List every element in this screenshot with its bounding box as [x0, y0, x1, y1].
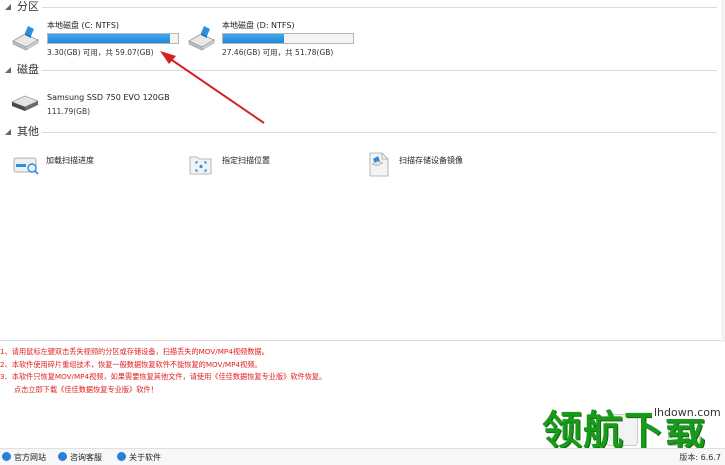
drive-space-text: 3.30(GB) 可用，共 59.07(GB)	[47, 48, 154, 57]
support-link[interactable]: 咨询客服	[58, 452, 102, 463]
collapse-triangle-icon[interactable]	[5, 67, 11, 73]
section-title-disks: 磁盘	[17, 63, 39, 76]
tool-label: 加载扫描进度	[46, 156, 94, 165]
collapse-triangle-icon[interactable]	[5, 4, 11, 10]
load-scan-progress-button[interactable]: 加载扫描进度	[8, 148, 158, 180]
specify-scan-location-button[interactable]: 指定扫描位置	[185, 148, 335, 180]
watermark-url: lhdown.com	[652, 406, 723, 419]
status-bar: 官方网站 咨询客服 关于软件 版本: 6.6.7	[0, 448, 725, 465]
version-label: 版本: 6.6.7	[679, 453, 721, 462]
support-label: 咨询客服	[70, 453, 102, 462]
drive-usage-bar	[47, 33, 179, 44]
device-image-icon	[369, 152, 389, 177]
drive-name: 本地磁盘 (C: NTFS)	[47, 21, 120, 30]
drive-name: 本地磁盘 (D: NTFS)	[222, 21, 295, 30]
drive-usage-fill	[48, 34, 171, 43]
drive-usage-bar	[222, 33, 354, 44]
official-site-link[interactable]: 官方网站	[2, 452, 46, 463]
tool-label: 指定扫描位置	[222, 156, 270, 165]
section-title-other: 其他	[17, 125, 39, 138]
section-divider	[42, 7, 717, 8]
drive-list-panel: 分区 本地磁盘 (C: NTFS) 3.30(GB) 可用，共 59.07(GB…	[0, 0, 722, 341]
section-divider	[42, 70, 717, 71]
section-divider	[42, 132, 717, 133]
physical-disk-icon	[10, 95, 40, 111]
tool-label: 扫描存储设备镜像	[399, 156, 463, 165]
instruction-line: 3、本软件只恢复MOV/MP4视频，如果需要恢复其他文件，请使用《佳佳数据恢复专…	[0, 372, 327, 381]
instructions-panel: 1、请用鼠标左键双击丢失视频的分区或存储设备，扫描丢失的MOV/MP4视频数据。…	[0, 346, 326, 396]
section-header-partitions[interactable]: 分区	[0, 0, 721, 14]
section-header-other[interactable]: 其他	[0, 125, 721, 139]
annotation-arrow-icon	[160, 51, 265, 124]
section-title-partitions: 分区	[17, 0, 39, 13]
info-icon	[117, 452, 126, 461]
collapse-triangle-icon[interactable]	[5, 129, 11, 135]
drive-usage-fill	[223, 34, 285, 43]
instruction-line: 1、请用鼠标左键双击丢失视频的分区或存储设备，扫描丢失的MOV/MP4视频数据。	[0, 347, 269, 356]
download-pro-link[interactable]: 点击立即下载《佳佳数据恢复专业版》软件！	[0, 384, 326, 397]
load-progress-icon	[13, 157, 39, 175]
about-label: 关于软件	[129, 453, 161, 462]
instruction-line: 2、本软件使用碎片重组技术，恢复一般数据恢复软件不能恢复的MOV/MP4视频。	[0, 359, 262, 369]
disk-size-text: 111.79(GB)	[47, 107, 91, 116]
scan-device-image-button[interactable]: 扫描存储设备镜像	[364, 148, 534, 180]
scan-location-icon	[189, 156, 212, 175]
section-header-disks[interactable]: 磁盘	[0, 63, 721, 77]
official-site-label: 官方网站	[14, 453, 46, 462]
hard-drive-icon	[12, 26, 39, 51]
vertical-scrollbar[interactable]	[721, 0, 725, 342]
about-link[interactable]: 关于软件	[117, 452, 161, 463]
chat-icon	[58, 452, 67, 461]
home-icon	[2, 452, 11, 461]
